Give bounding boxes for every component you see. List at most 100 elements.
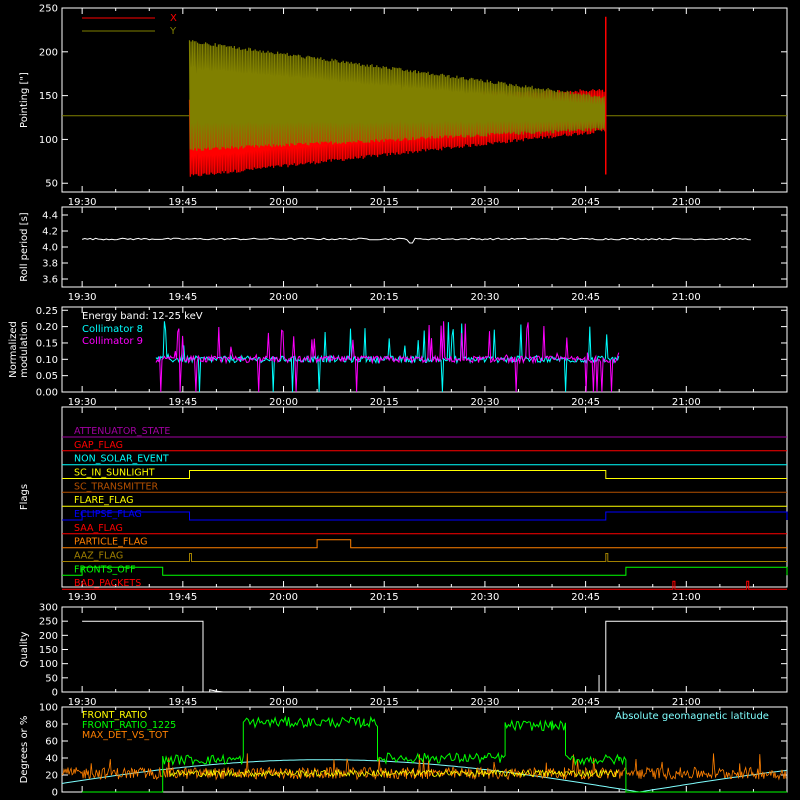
x-tick-label: 20:45 [571, 697, 600, 708]
flag-label: SC_TRANSMITTER [74, 481, 159, 492]
flag-trace [62, 580, 787, 590]
y-tick-label: 0.15 [36, 338, 58, 349]
y-tick-label: 60 [45, 737, 58, 748]
flag-label: AAZ_FLAG [74, 551, 123, 562]
y-tick-label: 200 [39, 631, 58, 642]
x-tick-label: 19:30 [68, 197, 97, 208]
x-tick-label: 20:15 [370, 197, 399, 208]
y-tick-label: 0.25 [36, 306, 58, 317]
x-tick-label: 20:00 [269, 197, 298, 208]
y-tick-label: 50 [45, 673, 58, 684]
y-axis-label: Flags [19, 484, 30, 510]
quality-series [82, 620, 787, 693]
x-tick-label: 20:45 [571, 592, 600, 603]
geomagnetic-latitude-annotation: Absolute geomagnetic latitude [615, 711, 769, 722]
flag-trace [62, 566, 788, 576]
x-tick-label: 20:30 [471, 197, 500, 208]
y-tick-label: 3.8 [42, 259, 58, 270]
x-tick-label: 20:30 [471, 697, 500, 708]
y-tick-label: 50 [45, 179, 58, 190]
flag-label: PARTICLE_FLAG [74, 537, 147, 548]
flag-label: BAD_PACKETS [74, 578, 141, 589]
y-tick-label: 100 [39, 703, 58, 714]
flag-trace [62, 553, 787, 562]
y-axis-label: Pointing ["] [19, 72, 30, 128]
y-tick-label: 0 [52, 788, 58, 799]
y-tick-label: 4.0 [42, 243, 58, 254]
x-tick-label: 20:15 [370, 397, 399, 408]
flag-label: ECLIPSE_FLAG [74, 509, 142, 520]
x-tick-label: 20:30 [471, 397, 500, 408]
chart-svg: 5010015020025019:30 19:45 20:00 20:15 20:30 2… [8, 4, 788, 799]
y-tick-label: 100 [39, 659, 58, 670]
x-tick-label: 21:00 [672, 197, 701, 208]
x-tick-label: 19:30 [68, 397, 97, 408]
flag-label: FRONTS_OFF [74, 564, 136, 575]
y-axis-label: Normalizedmodulation [8, 321, 30, 378]
y-tick-label: 4.4 [42, 211, 58, 222]
x-tick-label: 21:00 [672, 592, 701, 603]
flag-trace [62, 511, 788, 521]
x-tick-label: 19:30 [68, 592, 97, 603]
x-tick-label: 19:30 [68, 697, 97, 708]
y-tick-label: 3.6 [42, 275, 58, 286]
y-tick-label: 0.00 [36, 388, 58, 399]
flag-label: NON_SOLAR_EVENT [74, 454, 169, 465]
roll-period-series [81, 237, 751, 244]
x-tick-label: 20:15 [370, 592, 399, 603]
flag-label: ATTENUATOR_STATE [74, 426, 170, 437]
legend-label-x: X [170, 13, 177, 24]
y-tick-label: 20 [45, 771, 58, 782]
x-tick-label: 19:45 [168, 292, 197, 303]
x-tick-label: 21:00 [672, 397, 701, 408]
x-tick-label: 20:00 [269, 697, 298, 708]
y-axis-label: Degrees or % [19, 716, 30, 784]
x-tick-label: 20:45 [571, 197, 600, 208]
y-tick-label: 250 [39, 617, 58, 628]
y-tick-label: 4.2 [42, 227, 58, 238]
x-tick-label: 19:45 [168, 197, 197, 208]
y-tick-label: 0 [52, 688, 58, 699]
chart-figure: 50 100 150 200 250 19:30 19:45 20:00 20:15 20:30 2… [0, 0, 800, 800]
energy-band-annotation: Energy band: 12-25 keV [82, 311, 203, 322]
y-tick-label: 80 [45, 720, 58, 731]
modulation-legend-2: Collimator 9 [82, 336, 143, 347]
flag-label: FLARE_FLAG [74, 495, 134, 506]
y-axis-label: Quality [19, 632, 30, 668]
x-tick-label: 21:00 [672, 697, 701, 708]
flag-trace [62, 470, 787, 479]
y-tick-label: 0.20 [36, 322, 58, 333]
flag-label: SAA_FLAG [74, 523, 123, 534]
x-tick-label: 19:30 [68, 292, 97, 303]
y-tick-label: 300 [39, 603, 58, 614]
ratios-legend-3: MAX_DET_VS_TOT [82, 730, 168, 741]
flag-label: GAP_FLAG [74, 440, 123, 451]
x-tick-label: 20:45 [571, 292, 600, 303]
x-tick-label: 20:45 [571, 397, 600, 408]
y-axis-label: Roll period [s] [19, 212, 30, 281]
y-tick-label: 250 [39, 4, 58, 15]
flag-label: SC_IN_SUNLIGHT [74, 468, 155, 479]
x-tick-label: 20:00 [269, 397, 298, 408]
legend-label-y: Y [169, 26, 177, 37]
modulation-legend-1: Collimator 8 [82, 324, 143, 335]
quality-frame [61, 606, 788, 693]
y-tick-label: 150 [39, 645, 58, 656]
y-tick-label: 100 [39, 135, 58, 146]
roll_period-frame [61, 206, 788, 288]
flags-frame [61, 406, 788, 588]
x-tick-label: 19:45 [168, 592, 197, 603]
x-tick-label: 20:30 [471, 292, 500, 303]
x-tick-label: 19:45 [168, 697, 197, 708]
x-tick-label: 20:15 [370, 697, 399, 708]
y-tick-label: 200 [39, 47, 58, 58]
x-tick-label: 19:45 [168, 397, 197, 408]
y-tick-label: 0.10 [36, 355, 58, 366]
x-tick-label: 21:00 [672, 292, 701, 303]
x-tick-label: 20:00 [269, 292, 298, 303]
x-tick-label: 20:30 [471, 592, 500, 603]
x-tick-label: 20:00 [269, 592, 298, 603]
y-tick-label: 150 [39, 91, 58, 102]
x-tick-label: 20:15 [370, 292, 399, 303]
flag-trace [62, 539, 787, 549]
